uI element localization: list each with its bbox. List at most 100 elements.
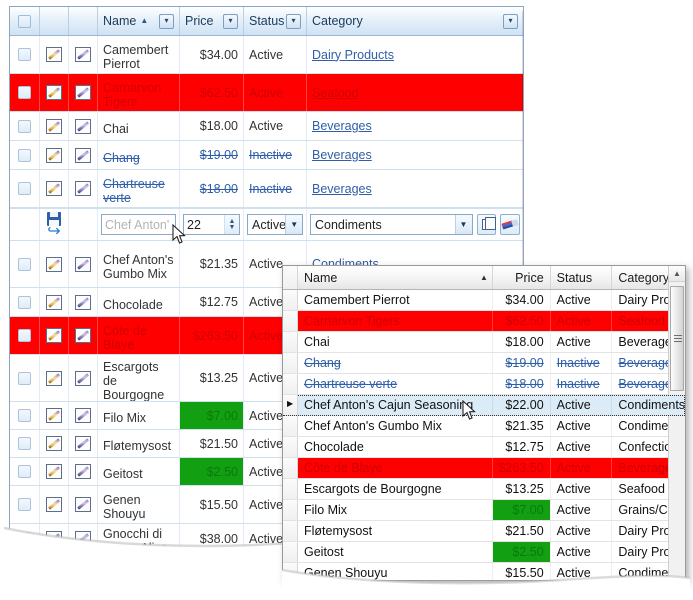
edit-pencil-purple-icon[interactable] [75,531,91,546]
edit-pencil-icon[interactable] [46,85,62,100]
copy-button[interactable] [476,214,497,235]
edit-row-category-cell[interactable]: Condiments ▼ [307,209,523,240]
row-edit-cell-2[interactable] [69,524,98,553]
edit-pencil-purple-icon[interactable] [75,436,91,451]
edit-pencil-icon[interactable] [46,436,62,451]
popup-table-row[interactable]: Chang $19.00 Inactive Beverages [283,353,685,374]
popup-column-header-name[interactable]: Name ▲ [298,266,493,289]
edit-pencil-purple-icon[interactable] [75,181,91,196]
row-checkbox[interactable] [18,409,31,422]
row-select-cell[interactable] [10,288,40,316]
stepper-buttons[interactable]: ▲ ▼ [224,215,239,234]
row-edit-cell-1[interactable] [40,112,69,140]
row-checkbox[interactable] [18,119,31,133]
edit-pencil-purple-icon[interactable] [75,147,91,163]
edit-pencil-purple-icon[interactable] [75,464,91,479]
popup-table-row[interactable]: Filo Mix $7.00 Active Grains/Ce... [283,500,685,521]
edit-pencil-purple-icon[interactable] [75,47,91,62]
row-checkbox[interactable] [18,465,31,478]
row-edit-cell-2[interactable] [69,402,98,429]
popup-table-row[interactable]: Chai $18.00 Active Beverages [283,332,685,353]
row-edit-cell-2[interactable] [69,317,98,354]
filter-dropdown-name-icon[interactable]: ▾ [159,13,174,29]
row-edit-cell-2[interactable] [69,74,98,111]
scrollbar-thumb[interactable] [670,286,684,391]
category-link[interactable]: Beverages [312,148,372,162]
row-select-cell[interactable] [10,458,40,485]
chevron-down-icon[interactable]: ▼ [285,215,302,234]
quantity-stepper[interactable]: 22 ▲ ▼ [183,214,240,235]
edit-row-price-cell[interactable]: 22 ▲ ▼ [180,209,244,240]
filter-dropdown-status-icon[interactable]: ▾ [286,13,301,29]
row-edit-cell-2[interactable] [69,112,98,140]
row-edit-cell-2[interactable] [69,170,98,207]
row-select-cell[interactable] [10,524,40,553]
edit-pencil-icon[interactable] [46,464,62,479]
edit-pencil-icon[interactable] [46,294,62,310]
edit-row-save-cell[interactable]: ↪ [40,209,69,240]
popup-table-row[interactable]: Chartreuse verte $18.00 Inactive Beverages [283,374,685,395]
row-checkbox[interactable] [18,532,31,545]
row-checkbox[interactable] [18,148,31,162]
row-select-cell[interactable] [10,355,40,401]
row-edit-cell-2[interactable] [69,241,98,287]
table-row[interactable]: Chang $19.00 Inactive Beverages [10,141,523,170]
edit-pencil-icon[interactable] [46,370,62,386]
popup-table-row[interactable]: Genen Shouyu $15.50 Active Condiments [283,563,685,580]
row-checkbox[interactable] [18,498,31,511]
edit-pencil-purple-icon[interactable] [75,118,91,134]
name-input[interactable]: Chef Anton' [101,214,176,235]
edit-pencil-icon[interactable] [46,408,62,423]
row-select-cell[interactable] [10,141,40,169]
row-edit-cell-2[interactable] [69,430,98,457]
column-header-name[interactable]: Name ▲ ▾ [98,7,180,35]
popup-table-row[interactable]: Geitost $2.50 Active Dairy Pro... [283,542,685,563]
edit-pencil-purple-icon[interactable] [75,328,91,343]
row-edit-cell-1[interactable] [40,141,69,169]
scrollbar-up-arrow-icon[interactable]: ▲ [669,266,685,282]
popup-table-row[interactable]: Escargots de Bourgogne $13.25 Active Seafoo… [283,479,685,500]
row-edit-cell-1[interactable] [40,486,69,523]
popup-table-row[interactable]: ▶ Chef Anton's Cajun Seasoning $22.00 Activ… [283,395,685,416]
row-edit-cell-1[interactable] [40,36,69,73]
row-edit-cell-1[interactable] [40,170,69,207]
row-edit-cell-1[interactable] [40,430,69,457]
popup-table-row[interactable]: Fløtemysost $21.50 Active Dairy Pro... [283,521,685,542]
edit-pencil-icon[interactable] [46,328,62,343]
row-edit-cell-1[interactable] [40,74,69,111]
popup-vertical-scrollbar[interactable]: ▲ [668,266,685,580]
table-row[interactable]: Chartreuse verte $18.00 Inactive Beverages [10,170,523,208]
edit-pencil-purple-icon[interactable] [75,497,91,512]
row-select-cell[interactable] [10,241,40,287]
edit-pencil-icon[interactable] [46,497,62,512]
popup-column-header-price[interactable]: Price [493,266,551,289]
undo-arrow-icon[interactable]: ↪ [47,224,60,240]
category-select[interactable]: Condiments ▼ [310,214,473,235]
floppy-save-icon[interactable] [47,212,61,226]
row-edit-cell-1[interactable] [40,288,69,316]
row-select-cell[interactable] [10,170,40,207]
category-link[interactable]: Dairy Products [312,48,394,62]
column-header-status[interactable]: Status ▾ [244,7,307,35]
row-checkbox[interactable] [18,182,31,195]
row-edit-cell-2[interactable] [69,141,98,169]
edit-pencil-icon[interactable] [46,256,62,272]
status-select[interactable]: Active ▼ [247,214,303,235]
row-checkbox[interactable] [18,371,31,385]
filter-dropdown-category-icon[interactable]: ▾ [503,13,518,29]
edit-pencil-purple-icon[interactable] [75,408,91,423]
category-link[interactable]: Beverages [312,119,372,133]
edit-pencil-purple-icon[interactable] [75,370,91,386]
edit-pencil-icon[interactable] [46,147,62,163]
row-edit-cell-1[interactable] [40,524,69,553]
filter-dropdown-price-icon[interactable]: ▾ [223,13,238,29]
popup-table-row[interactable]: Chef Anton's Gumbo Mix $21.35 Active Condim… [283,416,685,437]
row-edit-cell-1[interactable] [40,402,69,429]
popup-table-row[interactable]: Carnarvon Tigers $62.50 Active Seafood [283,311,685,332]
row-edit-cell-2[interactable] [69,36,98,73]
row-edit-cell-2[interactable] [69,486,98,523]
row-edit-cell-2[interactable] [69,288,98,316]
edit-pencil-icon[interactable] [46,181,62,196]
column-header-price[interactable]: Price ▾ [180,7,244,35]
row-select-cell[interactable] [10,112,40,140]
